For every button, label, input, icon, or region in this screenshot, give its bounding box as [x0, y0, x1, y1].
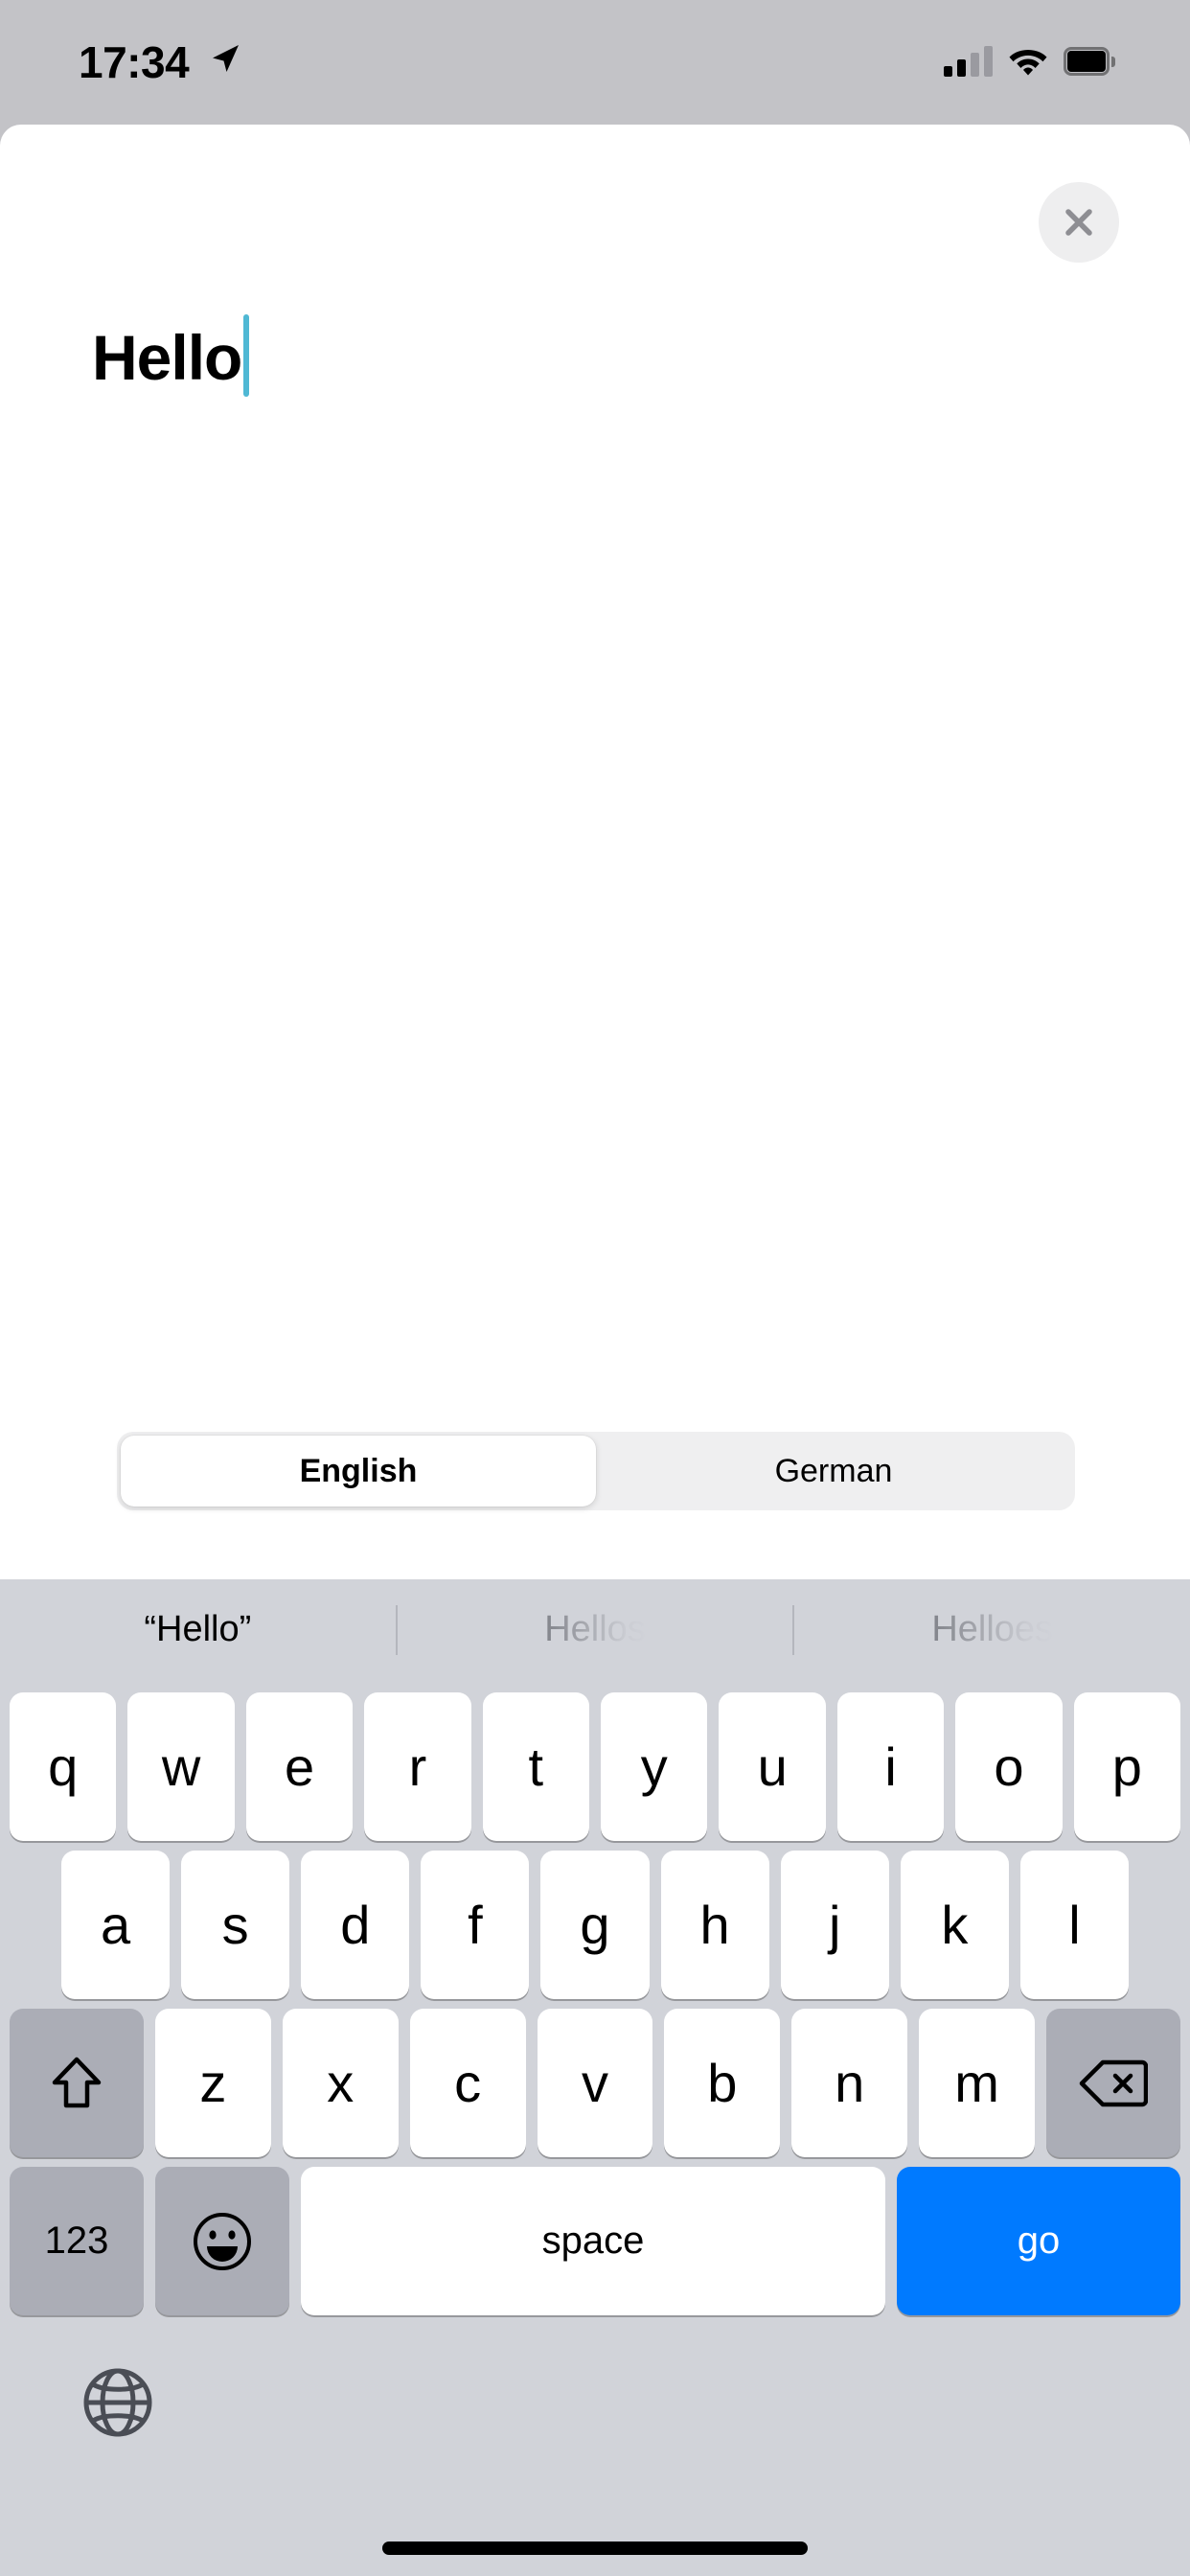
shift-icon [52, 2057, 102, 2107]
key-i[interactable]: i [836, 1692, 945, 1841]
key-z[interactable]: z [155, 2009, 271, 2157]
keyboard-row-2: a s d f g h j k l [0, 1851, 1190, 1999]
language-segmented-control[interactable]: English German [117, 1432, 1075, 1510]
key-j[interactable]: j [780, 1851, 889, 1999]
key-g[interactable]: g [540, 1851, 650, 1999]
key-t[interactable]: t [482, 1692, 590, 1841]
key-l[interactable]: l [1019, 1851, 1129, 1999]
key-w[interactable]: w [127, 1692, 235, 1841]
key-q[interactable]: q [10, 1692, 117, 1841]
key-r[interactable]: r [364, 1692, 471, 1841]
modal-sheet: Hello English German [0, 125, 1190, 1579]
home-indicator [382, 2542, 808, 2555]
key-x[interactable]: x [282, 2009, 399, 2157]
iphone-screen: 17:34 Hello English German “Hello” Hello… [0, 0, 1190, 2576]
prediction-bar: “Hello” Hellos Helloes [0, 1579, 1190, 1680]
text-input-value: Hello [92, 322, 242, 393]
status-bar-time: 17:34 [79, 37, 190, 87]
backspace-icon [1079, 2059, 1149, 2106]
shift-key[interactable] [10, 2009, 144, 2157]
numbers-key[interactable]: 123 [10, 2167, 144, 2315]
prediction-candidate-3-label: Helloes [931, 1609, 1054, 1649]
status-bar-indicators [944, 42, 1115, 80]
key-c[interactable]: c [409, 2009, 526, 2157]
key-u[interactable]: u [719, 1692, 826, 1841]
key-d[interactable]: d [301, 1851, 410, 1999]
prediction-candidate-3[interactable]: Helloes [794, 1579, 1190, 1680]
text-input-field[interactable]: Hello [0, 314, 1190, 399]
key-k[interactable]: k [900, 1851, 1009, 1999]
key-s[interactable]: s [181, 1851, 290, 1999]
text-cursor [243, 314, 250, 397]
prediction-candidate-2[interactable]: Hellos [398, 1579, 793, 1680]
return-go-key[interactable]: go [897, 2167, 1180, 2315]
prediction-candidate-2-label: Hellos [544, 1609, 646, 1649]
globe-key[interactable] [73, 2358, 163, 2448]
cellular-signal-icon [944, 46, 993, 77]
close-icon [1065, 209, 1092, 236]
key-m[interactable]: m [919, 2009, 1036, 2157]
key-e[interactable]: e [245, 1692, 354, 1841]
backspace-key[interactable] [1046, 2009, 1181, 2157]
globe-icon [83, 2368, 152, 2437]
key-n[interactable]: n [791, 2009, 908, 2157]
key-a[interactable]: a [61, 1851, 171, 1999]
key-o[interactable]: o [955, 1692, 1063, 1841]
key-p[interactable]: p [1073, 1692, 1181, 1841]
prediction-candidate-1-label: “Hello” [144, 1609, 252, 1649]
keyboard-row-3: z x c v b n m [0, 2009, 1190, 2157]
battery-full-icon [1064, 47, 1115, 76]
keyboard-row-1: q w e r t y u i o p [0, 1692, 1190, 1841]
key-b[interactable]: b [664, 2009, 781, 2157]
location-arrow-icon [213, 45, 239, 72]
emoji-key[interactable] [155, 2167, 289, 2315]
software-keyboard: “Hello” Hellos Helloes q w e r t y u i o… [0, 1579, 1190, 2576]
emoji-smiley-icon [194, 2212, 251, 2270]
key-v[interactable]: v [537, 2009, 653, 2157]
key-y[interactable]: y [601, 1692, 708, 1841]
segment-english-label: English [299, 1452, 418, 1489]
close-button[interactable] [1039, 182, 1119, 263]
key-h[interactable]: h [660, 1851, 769, 1999]
space-key[interactable]: space [301, 2167, 885, 2315]
prediction-candidate-1[interactable]: “Hello” [0, 1579, 396, 1680]
status-bar: 17:34 [0, 0, 1190, 125]
segment-german-label: German [774, 1452, 893, 1489]
segment-english[interactable]: English [121, 1436, 596, 1506]
keyboard-globe-row [0, 2346, 1190, 2480]
wifi-icon [1009, 50, 1047, 76]
keyboard-row-4: 123 space go [0, 2167, 1190, 2315]
key-f[interactable]: f [421, 1851, 530, 1999]
segment-german[interactable]: German [596, 1436, 1071, 1506]
